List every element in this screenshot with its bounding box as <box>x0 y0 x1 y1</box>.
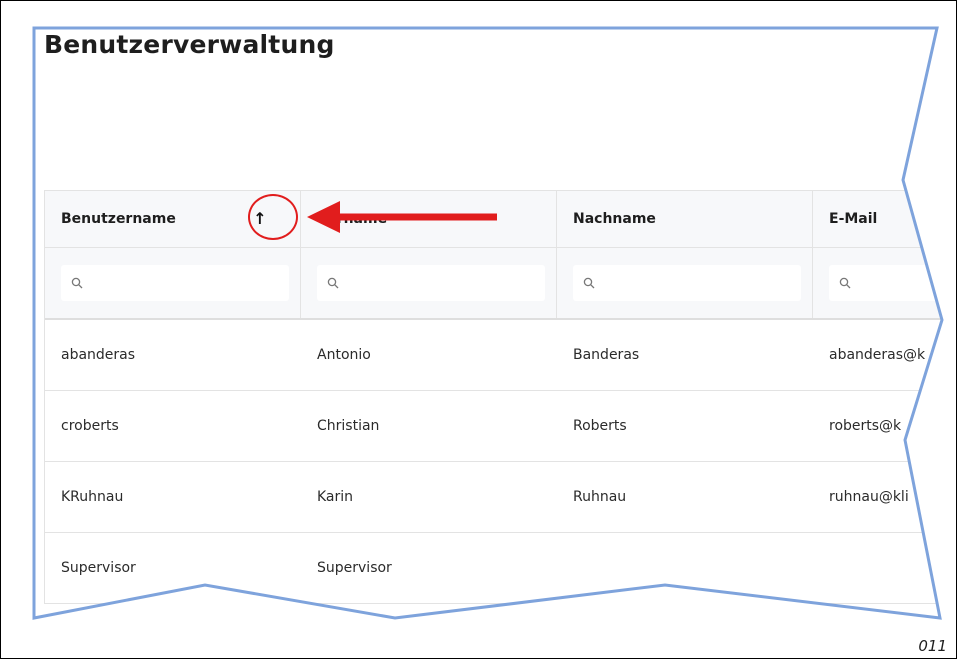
table-row[interactable]: croberts Christian Roberts roberts@k <box>45 391 942 462</box>
filter-cell <box>557 248 813 318</box>
cell-lastname: Ruhnau <box>573 489 627 505</box>
filter-input-lastname[interactable] <box>573 265 801 301</box>
column-header-label: Nachname <box>573 211 656 227</box>
column-header-lastname[interactable]: Nachname <box>557 191 813 247</box>
cell-username: abanderas <box>61 347 136 363</box>
page-number: 011 <box>918 637 947 655</box>
cell-lastname: Banderas <box>573 347 640 363</box>
highlight-circle <box>248 194 298 240</box>
column-header-label: Benutzername <box>61 211 176 227</box>
column-header-firstname[interactable]: Vorname <box>301 191 557 247</box>
user-table: Benutzername ↑ Vorname Nachname E-Mail a… <box>44 190 942 604</box>
cell-firstname: Supervisor <box>317 560 392 576</box>
filter-input-email[interactable] <box>829 265 942 301</box>
search-icon <box>71 277 83 289</box>
search-icon <box>583 277 595 289</box>
cell-firstname: Christian <box>317 418 380 434</box>
cell-firstname: Karin <box>317 489 354 505</box>
table-header-row: Benutzername ↑ Vorname Nachname E-Mail <box>45 191 942 248</box>
page-title: Benutzerverwaltung <box>44 30 335 59</box>
cell-username: croberts <box>61 418 119 434</box>
table-row[interactable]: KRuhnau Karin Ruhnau ruhnau@kli <box>45 462 942 533</box>
column-header-label: E-Mail <box>829 211 878 227</box>
filter-cell <box>45 248 301 318</box>
cell-firstname: Antonio <box>317 347 371 363</box>
filter-row <box>45 248 942 320</box>
column-header-label: Vorname <box>317 211 388 227</box>
cell-lastname: Roberts <box>573 418 627 434</box>
screenshot-area: Benutzerverwaltung Benutzername ↑ Vornam… <box>34 28 942 618</box>
cell-username: KRuhnau <box>61 489 124 505</box>
cell-email <box>813 533 942 603</box>
filter-input-firstname[interactable] <box>317 265 545 301</box>
search-icon <box>327 277 339 289</box>
search-icon <box>839 277 851 289</box>
filter-input-username[interactable] <box>61 265 289 301</box>
filter-cell <box>301 248 557 318</box>
table-row[interactable]: abanderas Antonio Banderas abanderas@k <box>45 320 942 391</box>
